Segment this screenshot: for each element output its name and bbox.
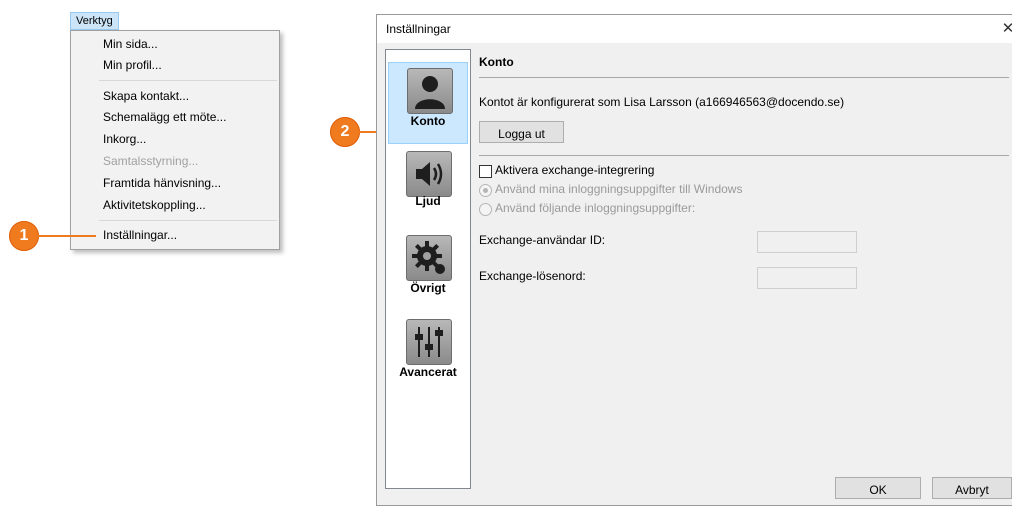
nav-label: Övrigt [410,281,446,295]
dialog-title: Inställningar [386,22,451,36]
user-id-label: Exchange-användar ID: [479,233,606,247]
radio-custom-label: Använd följande inloggningsuppgifter: [495,201,696,215]
speaker-icon [406,151,452,197]
settings-nav: Konto Ljud Övrigt Avancerat [385,49,471,489]
nav-label: Avancerat [399,365,457,379]
account-status-text: Kontot är konfigurerat som Lisa Larsson … [479,95,845,109]
nav-label: Konto [410,114,446,128]
tools-menu: Min sida... Min profil... Skapa kontakt.… [70,30,280,250]
nav-item-ljud[interactable]: Ljud [388,146,468,226]
menu-item-samtalsstyrning: Samtalsstyrning... [103,154,199,168]
menu-item-schemalagg-mote[interactable]: Schemalägg ett möte... [103,107,226,127]
menu-item-min-profil[interactable]: Min profil... [103,55,162,75]
dialog-titlebar: Inställningar ✕ [377,15,1012,43]
exchange-checkbox[interactable] [479,165,492,178]
ok-button[interactable]: OK [835,477,921,499]
menu-separator [99,220,277,221]
password-label: Exchange-lösenord: [479,269,586,283]
menu-item-min-sida[interactable]: Min sida... [103,34,158,54]
exchange-checkbox-label: Aktivera exchange-integrering [495,163,655,177]
nav-label: Ljud [415,194,441,208]
menu-item-inkorg[interactable]: Inkorg... [103,129,146,149]
menu-item-installningar[interactable]: Inställningar... [103,225,177,245]
logout-button[interactable]: Logga ut [479,121,564,143]
sliders-icon [406,319,452,365]
nav-item-avancerat[interactable]: Avancerat [388,314,468,394]
password-input [757,267,857,289]
callout-line-1 [38,235,96,237]
user-id-input [757,231,857,253]
menu-item-aktivitetskoppling[interactable]: Aktivitetskoppling... [103,195,206,215]
callout-badge-1: 1 [9,221,39,251]
menu-separator [99,80,277,81]
close-icon[interactable]: ✕ [998,15,1012,43]
settings-dialog: Inställningar ✕ Konto Ljud Övrigt Avance… [376,14,1012,506]
nav-item-konto[interactable]: Konto [388,62,468,144]
divider [479,77,1009,78]
nav-item-ovrigt[interactable]: Övrigt [388,230,468,310]
gear-icon [406,235,452,281]
radio-custom-credentials [479,203,492,216]
menu-item-skapa-kontakt[interactable]: Skapa kontakt... [103,86,189,106]
divider [479,155,1009,156]
section-title: Konto [479,55,514,69]
cancel-button[interactable]: Avbryt [932,477,1012,499]
user-icon [407,68,453,114]
radio-windows-label: Använd mina inloggningsuppgifter till Wi… [495,182,743,196]
callout-badge-2: 2 [330,117,360,147]
menu-item-framtida-hanvisning[interactable]: Framtida hänvisning... [103,173,221,193]
radio-windows-credentials [479,184,492,197]
menu-title-verktyg[interactable]: Verktyg [70,12,119,30]
